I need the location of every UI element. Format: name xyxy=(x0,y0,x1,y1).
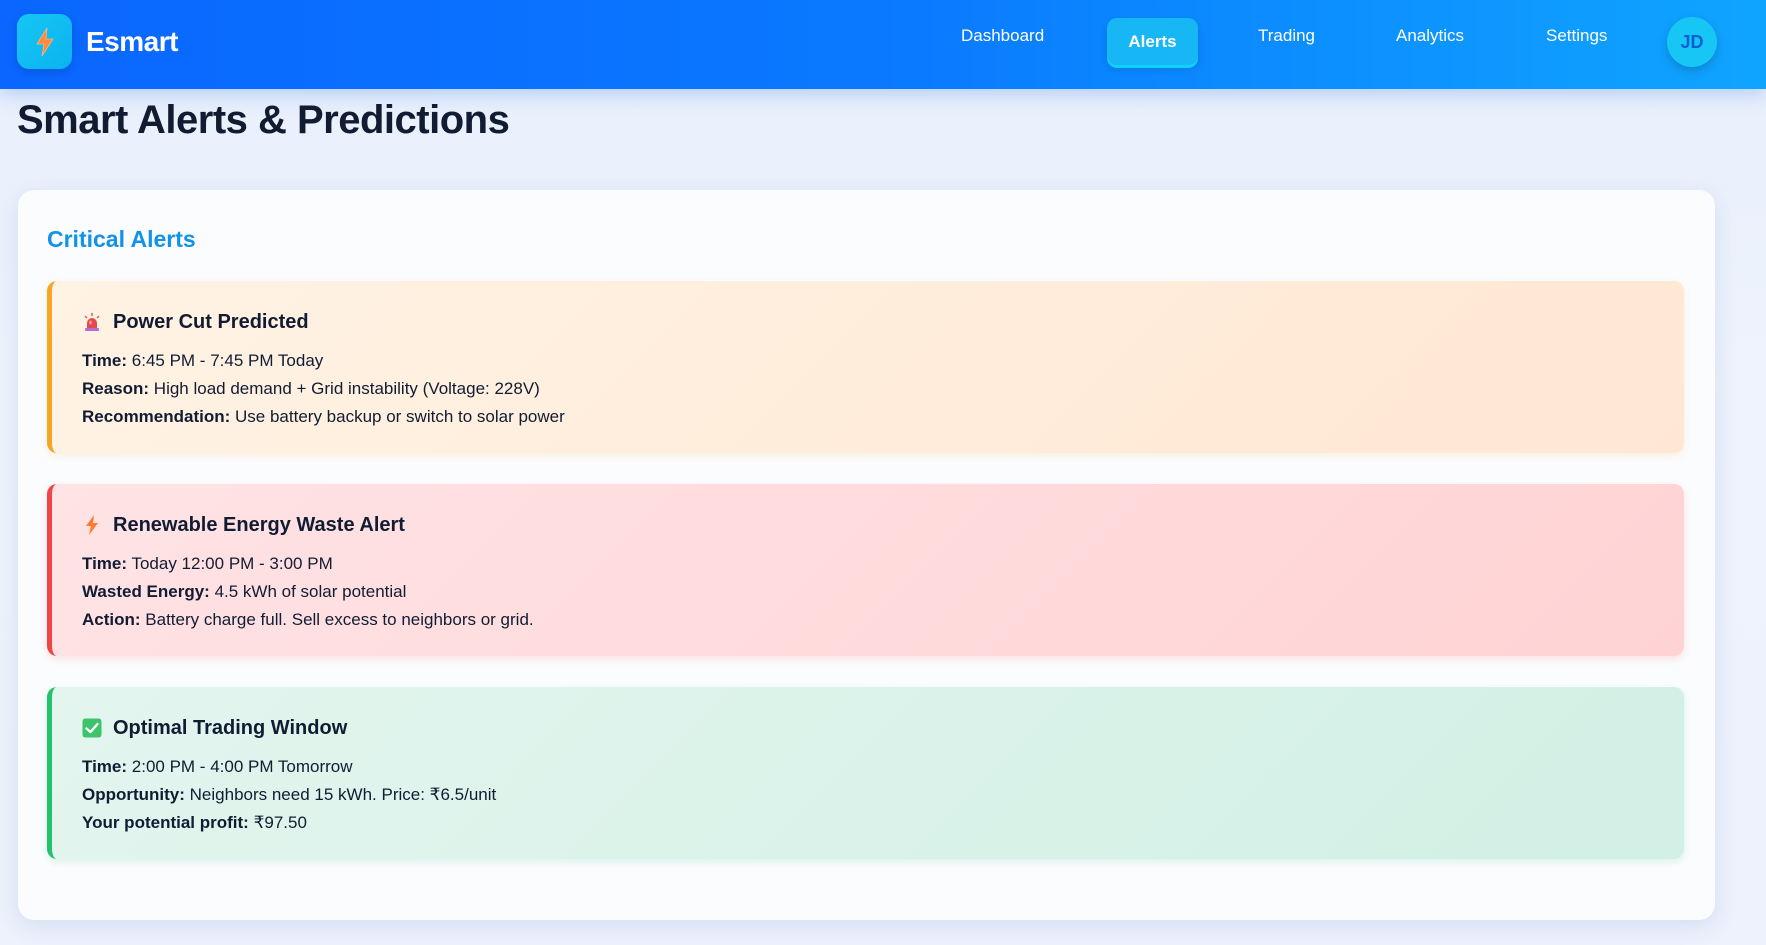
alerts-card: Critical Alerts Power Cut Predicted Time… xyxy=(18,190,1715,920)
alert-detail-time: Time: Today 12:00 PM - 3:00 PM xyxy=(82,554,333,573)
siren-icon xyxy=(82,312,102,332)
nav-alerts[interactable]: Alerts xyxy=(1107,18,1198,65)
top-nav-bar: Esmart Dashboard Alerts Trading Analytic… xyxy=(0,0,1766,89)
page-title: Smart Alerts & Predictions xyxy=(17,98,510,142)
alert-detail-time: Time: 2:00 PM - 4:00 PM Tomorrow xyxy=(82,757,353,776)
alert-header: Power Cut Predicted xyxy=(82,307,1684,337)
nav-trading[interactable]: Trading xyxy=(1258,26,1315,46)
nav-alerts-label: Alerts xyxy=(1128,31,1177,51)
lightning-icon xyxy=(35,27,54,56)
alert-detail-profit: Your potential profit: ₹97.50 xyxy=(82,813,307,832)
alert-detail-wasted-energy: Wasted Energy: 4.5 kWh of solar potentia… xyxy=(82,582,407,601)
logo[interactable] xyxy=(17,14,72,69)
avatar-initials: JD xyxy=(1680,31,1704,52)
check-box-icon xyxy=(82,718,102,738)
alert-title: Renewable Energy Waste Alert xyxy=(113,513,405,536)
alert-header: Optimal Trading Window xyxy=(82,713,1684,743)
nav-settings[interactable]: Settings xyxy=(1546,26,1607,46)
user-avatar[interactable]: JD xyxy=(1667,17,1717,67)
nav-dashboard[interactable]: Dashboard xyxy=(961,26,1044,46)
alert-header: Renewable Energy Waste Alert xyxy=(82,510,1684,540)
alert-title: Optimal Trading Window xyxy=(113,716,348,739)
alert-detail-recommendation: Recommendation: Use battery backup or sw… xyxy=(82,407,565,426)
alert-energy-waste[interactable]: Renewable Energy Waste Alert Time: Today… xyxy=(47,484,1684,656)
alert-title: Power Cut Predicted xyxy=(113,310,309,333)
alert-detail-reason: Reason: High load demand + Grid instabil… xyxy=(82,379,540,398)
alert-detail-time: Time: 6:45 PM - 7:45 PM Today xyxy=(82,351,324,370)
alert-detail-action: Action: Battery charge full. Sell excess… xyxy=(82,610,534,629)
nav-analytics[interactable]: Analytics xyxy=(1396,26,1464,46)
alert-trading-window[interactable]: Optimal Trading Window Time: 2:00 PM - 4… xyxy=(47,687,1684,859)
section-title: Critical Alerts xyxy=(47,226,196,252)
alert-power-cut[interactable]: Power Cut Predicted Time: 6:45 PM - 7:45… xyxy=(47,281,1684,453)
lightning-icon xyxy=(82,515,102,535)
brand-name[interactable]: Esmart xyxy=(86,26,178,58)
alert-detail-opportunity: Opportunity: Neighbors need 15 kWh. Pric… xyxy=(82,785,497,804)
